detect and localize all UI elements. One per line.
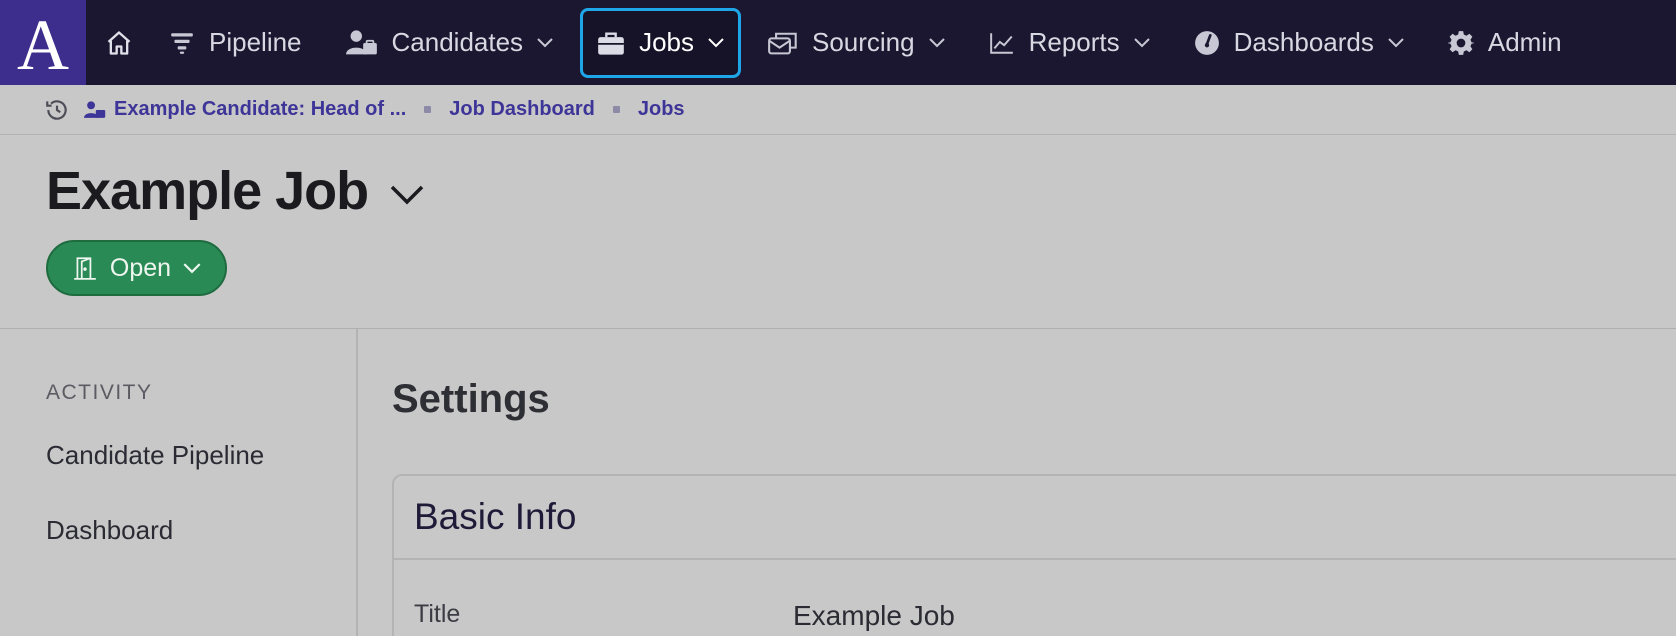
basic-info-card: Basic Info Title Example Job — [392, 474, 1676, 636]
nav-candidates-label: Candidates — [391, 27, 524, 57]
chevron-down-icon — [928, 37, 945, 48]
history-icon[interactable] — [44, 97, 70, 123]
chevron-down-icon — [183, 262, 201, 274]
nav-dashboards[interactable]: Dashboards — [1177, 8, 1421, 78]
nav-sourcing-label: Sourcing — [811, 27, 915, 57]
nav-pipeline[interactable]: Pipeline — [152, 8, 319, 78]
nav-sourcing[interactable]: Sourcing — [751, 8, 962, 78]
sidebar-item-candidate-pipeline[interactable]: Candidate Pipeline — [46, 440, 264, 471]
candidates-icon — [345, 29, 378, 57]
top-nav: A Pipeline Candidates Jobs Sourcing Repo… — [0, 0, 1676, 85]
home-button[interactable] — [86, 0, 152, 85]
nav-reports-label: Reports — [1028, 27, 1120, 57]
nav-reports[interactable]: Reports — [972, 8, 1167, 78]
chevron-down-icon — [1133, 37, 1150, 48]
field-value-title: Example Job — [793, 600, 955, 631]
breadcrumb-jobs-link[interactable]: Jobs — [638, 98, 685, 121]
home-icon — [107, 30, 131, 55]
page-title: Example Job — [46, 160, 424, 222]
nav-admin-label: Admin — [1487, 27, 1562, 57]
logo[interactable]: A — [0, 0, 86, 85]
breadcrumb-candidate-link[interactable]: Example Candidate: Head of ... — [114, 98, 406, 121]
nav-jobs-label: Jobs — [639, 27, 694, 57]
status-label: Open — [109, 253, 172, 282]
chevron-down-icon — [1388, 37, 1404, 48]
funnel-icon — [169, 30, 195, 56]
status-dropdown-button[interactable]: Open — [46, 240, 227, 296]
chevron-down-icon — [708, 37, 724, 48]
chevron-down-icon[interactable] — [390, 185, 424, 205]
briefcase-icon — [597, 30, 625, 56]
chevron-down-icon — [537, 37, 553, 48]
card-title: Basic Info — [394, 476, 1676, 560]
sidebar-item-dashboard[interactable]: Dashboard — [46, 515, 173, 546]
page-title-text: Example Job — [46, 161, 369, 221]
settings-heading: Settings — [392, 377, 550, 421]
nav-pipeline-label: Pipeline — [209, 27, 302, 57]
sourcing-icon — [768, 30, 798, 56]
nav-admin[interactable]: Admin — [1431, 8, 1579, 78]
breadcrumb: Example Candidate: Head of ... Job Dashb… — [0, 85, 1676, 135]
door-icon — [72, 255, 98, 281]
sidebar-section-label: ACTIVITY — [46, 381, 153, 404]
gear-icon — [1447, 30, 1474, 56]
candidate-icon — [84, 100, 106, 120]
field-label-title: Title — [414, 600, 461, 628]
chart-line-icon — [989, 31, 1015, 55]
logo-letter: A — [17, 4, 69, 85]
sidebar: ACTIVITY Candidate Pipeline Dashboard — [0, 329, 358, 636]
breadcrumb-separator — [612, 106, 620, 113]
nav-dashboards-label: Dashboards — [1233, 27, 1374, 57]
nav-candidates[interactable]: Candidates — [329, 8, 571, 78]
breadcrumb-separator — [424, 106, 432, 113]
breadcrumb-job-dashboard-link[interactable]: Job Dashboard — [449, 98, 595, 121]
gauge-icon — [1194, 30, 1220, 56]
nav-jobs[interactable]: Jobs — [580, 7, 741, 78]
